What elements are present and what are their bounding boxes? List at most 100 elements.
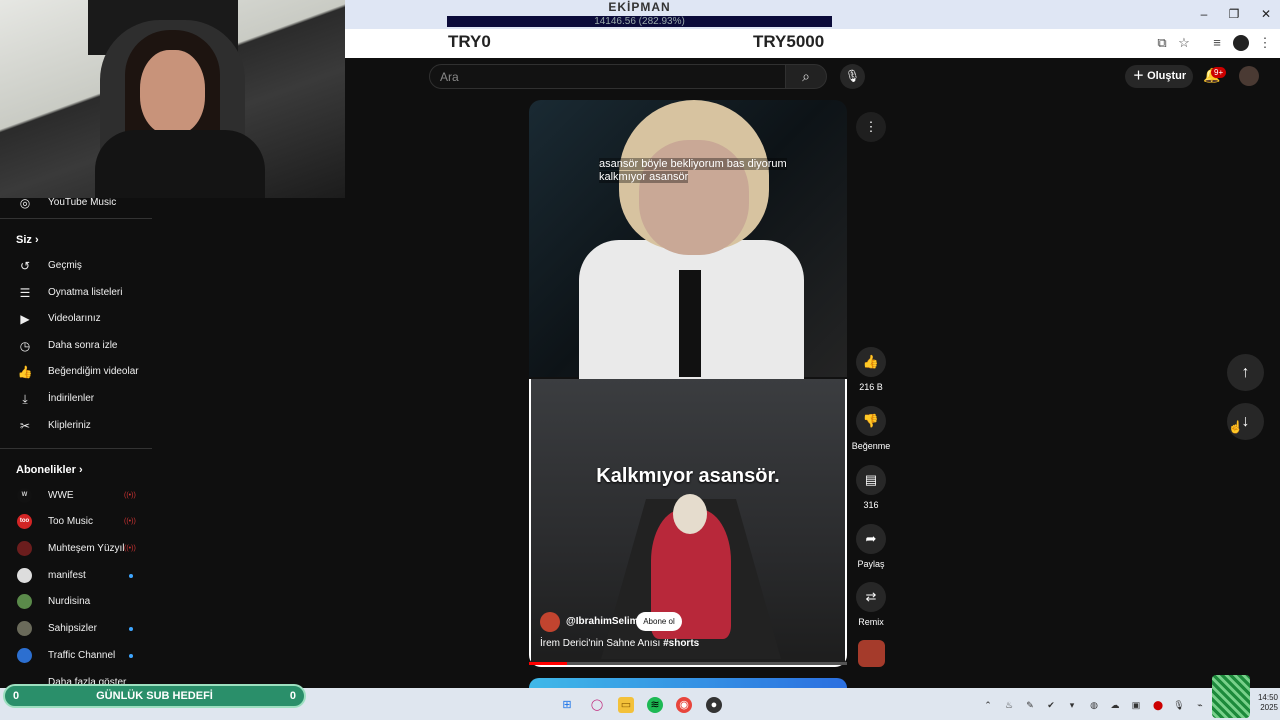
close-button[interactable]: ✕ [1256, 6, 1276, 22]
sidebar-item-label: Klipleriniz [48, 420, 91, 431]
create-label: Oluştur [1147, 70, 1187, 82]
channel-avatar: too [17, 514, 32, 529]
subscription-nurdisina[interactable]: Nurdisina [0, 589, 155, 615]
live-indicator-icon: ((•)) [124, 545, 136, 552]
app-tray-icon[interactable]: ◍ [1088, 699, 1100, 711]
chevron-up-icon[interactable]: ⌃ [982, 699, 994, 711]
playlists-icon: ☰ [19, 286, 31, 300]
remix-button[interactable]: ⇄ [856, 582, 886, 612]
channel-avatar [17, 621, 32, 636]
system-clock[interactable]: 14:50 2025 [1250, 693, 1278, 713]
nvidia-icon[interactable]: ▣ [1130, 699, 1142, 711]
dislike-label: Beğenme [851, 441, 891, 451]
vpn-icon[interactable]: ▾ [1066, 699, 1078, 711]
search-icon: ⌕ [802, 68, 810, 84]
thumbs-up-icon: 👍 [862, 354, 880, 369]
sidebar-item-youtube-music[interactable]: ◎ YouTube Music [0, 198, 155, 216]
short-hashtag[interactable]: #shorts [663, 638, 699, 649]
qr-code-image [1212, 675, 1250, 718]
media-controls-icon[interactable]: ≡ [1209, 35, 1225, 51]
install-app-icon[interactable]: ⧉ [1154, 35, 1170, 51]
minimize-button[interactable]: – [1194, 6, 1214, 22]
channel-avatar [17, 541, 32, 556]
video-person-tie [679, 270, 701, 377]
previous-short-button[interactable]: ↑ [1227, 354, 1264, 391]
sidebar-item-liked-videos[interactable]: 👍 Beğendiğim videolar [0, 359, 155, 385]
sidebar-item-downloads[interactable]: ⤓ İndirilenler [0, 386, 155, 412]
subscription-traffic-channel[interactable]: Traffic Channel [0, 643, 155, 669]
sidebar-item-playlists[interactable]: ☰ Oynatma listeleri [0, 280, 155, 306]
comment-icon: ▤ [864, 472, 878, 487]
sound-source-thumbnail[interactable] [858, 640, 885, 667]
onedrive-icon[interactable]: ☁ [1109, 699, 1121, 711]
voice-search-button[interactable]: 🎙 [840, 64, 865, 89]
steam-icon[interactable]: ♨ [1003, 699, 1015, 711]
channel-avatar[interactable] [540, 612, 560, 632]
dislike-button[interactable]: 👎 [856, 406, 886, 436]
sidebar-item-watch-later[interactable]: ◷ Daha sonra izle [0, 333, 155, 359]
subscription-too-music[interactable]: too Too Music ((•)) [0, 509, 155, 535]
spotify-icon[interactable]: ≋ [647, 697, 663, 713]
account-avatar[interactable] [1239, 66, 1259, 86]
comments-button[interactable]: ▤ [856, 465, 886, 495]
more-options-button[interactable]: ⋮ [856, 112, 886, 142]
windows-start-icon[interactable]: ⊞ [559, 697, 575, 713]
divider [0, 218, 152, 219]
obs-icon[interactable]: ● [706, 697, 722, 713]
chrome-icon[interactable]: ◉ [676, 697, 692, 713]
video-progress-track[interactable] [529, 662, 847, 665]
subscriptions-section-header[interactable]: Abonelikler › [16, 464, 83, 476]
pen-icon[interactable]: ✎ [1024, 699, 1036, 711]
watch-later-icon: ◷ [19, 339, 31, 353]
like-button[interactable]: 👍 [856, 347, 886, 377]
microphone-icon: 🎙 [844, 69, 861, 83]
video-top-frame: asansör böyle bekliyorum bas diyorum kal… [529, 100, 847, 380]
caption-line-2: kalkmıyor asansör [599, 171, 689, 183]
subscription-sahipsizler[interactable]: Sahipsizler [0, 616, 155, 642]
subscription-wwe[interactable]: W WWE ((•)) [0, 483, 155, 509]
create-button[interactable]: ＋ Oluştur [1125, 65, 1193, 88]
bookmark-star-icon[interactable]: ☆ [1176, 35, 1192, 51]
new-content-dot [129, 654, 133, 658]
subscription-manifest[interactable]: manifest [0, 563, 155, 589]
opera-icon[interactable]: ◯ [589, 697, 605, 713]
clips-icon: ✂ [19, 419, 31, 433]
restore-button[interactable]: ❐ [1224, 6, 1244, 22]
microphone-tray-icon[interactable]: 🎙 [1173, 699, 1185, 711]
browser-menu-icon[interactable]: ⋮ [1257, 35, 1273, 51]
divider [0, 448, 152, 449]
short-title[interactable]: İrem Derici'nin Sahne Anısı #shorts [540, 638, 699, 649]
downloads-icon: ⤓ [22, 392, 28, 406]
you-section-header[interactable]: Siz › [16, 234, 39, 246]
search-input[interactable]: Ara [429, 64, 786, 89]
clock-date: 2025 [1260, 703, 1278, 712]
sidebar-item-label: Daha sonra izle [48, 340, 118, 351]
channel-name[interactable]: @IbrahimSelim [566, 616, 639, 627]
remix-label: Remix [858, 617, 884, 627]
network-icon[interactable]: ⌁ [1194, 699, 1206, 711]
channel-name: WWE [48, 490, 74, 501]
arrow-up-icon: ↑ [1241, 364, 1250, 381]
profile-icon[interactable] [1233, 35, 1249, 51]
share-icon: ➦ [865, 531, 877, 546]
liked-videos-icon: 👍 [17, 365, 33, 379]
live-indicator-icon: ((•)) [124, 492, 136, 499]
search-button[interactable]: ⌕ [785, 64, 827, 89]
subscriptions-section-label: Abonelikler [16, 464, 76, 476]
channel-name: Too Music [48, 516, 94, 527]
sidebar-item-your-videos[interactable]: ▶ Videolarınız [0, 306, 155, 332]
video-caption: asansör böyle bekliyorum bas diyorum kal… [599, 158, 787, 184]
share-button[interactable]: ➦ [856, 524, 886, 554]
subscription-muhtesem-yuzyil[interactable]: Muhteşem Yüzyıl ((•)) [0, 536, 155, 562]
record-icon[interactable]: ⬤ [1152, 699, 1164, 711]
antivirus-icon[interactable]: ✔ [1045, 699, 1057, 711]
webcam-person-face [140, 50, 205, 135]
next-short-preview[interactable] [529, 678, 847, 688]
file-explorer-icon[interactable]: ▭ [618, 697, 634, 713]
you-section-label: Siz [16, 234, 32, 246]
subscribe-button[interactable]: Abone ol [636, 612, 682, 631]
channel-name: manifest [48, 570, 86, 581]
short-video-player[interactable]: asansör böyle bekliyorum bas diyorum kal… [529, 100, 847, 667]
sidebar-item-history[interactable]: ↺ Geçmiş [0, 253, 155, 279]
sidebar-item-clips[interactable]: ✂ Klipleriniz [0, 413, 155, 439]
